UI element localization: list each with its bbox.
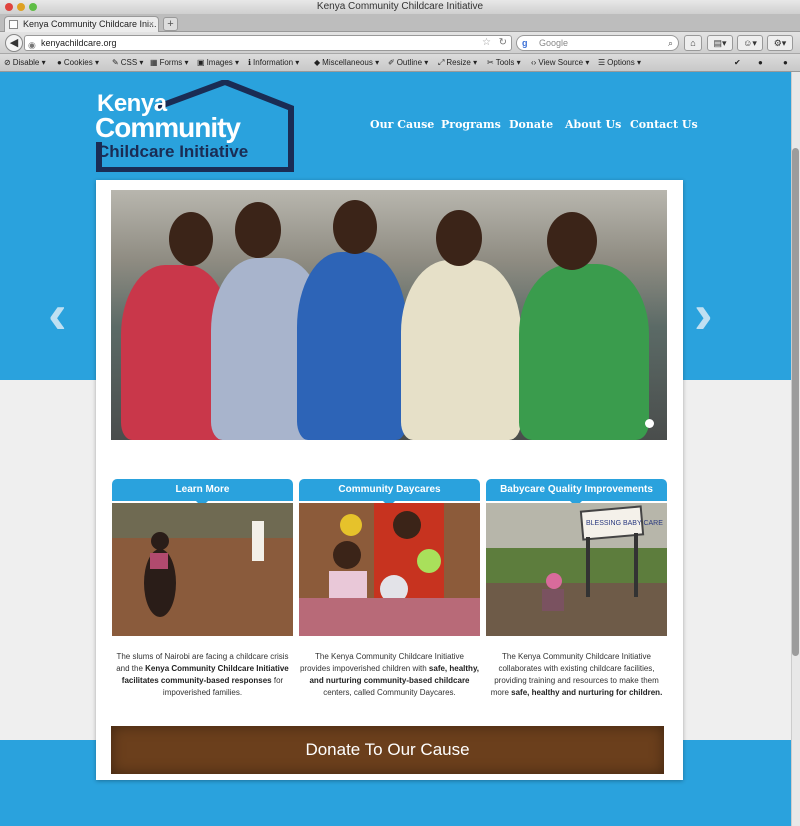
images-icon: ▣ — [197, 58, 205, 67]
feature-box-community-daycares[interactable]: Community Daycares — [299, 479, 480, 636]
hero-slideshow-image[interactable] — [111, 190, 667, 440]
css-icon: ✎ — [112, 58, 119, 67]
site-identity-icon[interactable]: ◉ — [28, 38, 36, 52]
reload-icon[interactable]: ↻ — [499, 36, 507, 50]
information-icon: ℹ — [248, 58, 252, 67]
dev-options-menu[interactable]: ☰ Options ▾ — [598, 54, 641, 71]
minimize-window-icon[interactable] — [17, 3, 25, 11]
web-developer-toolbar: ⊘ Disable ▾ ● Cookies ▾ ✎ CSS ▾ ▦ Forms ▾ ▣ I… — [0, 54, 800, 72]
dev-forms-menu[interactable]: ▦ Forms ▾ — [150, 54, 188, 71]
close-window-icon[interactable] — [5, 3, 13, 11]
feature-box-learn-more[interactable]: Learn More — [112, 479, 293, 636]
navigation-toolbar: ◀ ◉ kenyachildcare.org ☆ ↻ g Google ⌕ ⌂ … — [0, 32, 800, 54]
dev-disable-menu[interactable]: ⊘ Disable ▾ — [4, 54, 46, 71]
page-viewport: Kenya Community Childcare Initiative Our… — [0, 72, 800, 826]
slider-pagination-dot[interactable] — [645, 419, 654, 428]
tab-bar: Kenya Community Childcare Ini... × + — [0, 14, 800, 32]
nav-contact-us[interactable]: Contact Us — [630, 118, 698, 131]
validation-check-icon[interactable]: ✔ — [734, 54, 741, 71]
options-icon: ☰ — [598, 58, 606, 67]
browser-chrome: Kenya Community Childcare Initiative Ken… — [0, 0, 800, 72]
feature-desc-community-daycares: The Kenya Community Childcare Initiative… — [299, 652, 480, 697]
google-icon[interactable]: g — [522, 36, 528, 50]
addon-button[interactable]: ☺▾ — [737, 35, 763, 51]
new-tab-button[interactable]: + — [163, 17, 178, 31]
traffic-lights — [5, 3, 37, 11]
tools-menu-button[interactable]: ⚙▾ — [767, 35, 793, 51]
dev-outline-menu[interactable]: ✐ Outline ▾ — [388, 54, 428, 71]
site-logo[interactable]: Kenya Community Childcare Initiative — [95, 80, 295, 172]
feature-desc-learn-more: The slums of Nairobi are facing a childc… — [116, 652, 289, 697]
window-titlebar: Kenya Community Childcare Initiative — [0, 0, 800, 14]
dev-view-source-menu[interactable]: ‹› View Source ▾ — [531, 54, 589, 71]
nav-donate[interactable]: Donate — [509, 118, 553, 131]
scrollbar-thumb[interactable] — [792, 148, 799, 656]
search-placeholder: Google — [539, 38, 569, 48]
bookmark-star-icon[interactable]: ☆ — [482, 36, 491, 50]
children-walking-photo — [112, 503, 293, 636]
feature-box-title[interactable]: Learn More — [112, 479, 293, 507]
tab-label: Kenya Community Childcare Ini... — [23, 19, 157, 29]
window-title: Kenya Community Childcare Initiative — [316, 1, 484, 12]
zoom-window-icon[interactable] — [29, 3, 37, 11]
dev-images-menu[interactable]: ▣ Images ▾ — [197, 54, 239, 71]
feature-box-babycare-quality[interactable]: Babycare Quality Improvements BLESSING B… — [486, 479, 667, 636]
dev-information-menu[interactable]: ℹ Information ▾ — [248, 54, 299, 71]
sign-text: BLESSING BABY CARE — [586, 520, 663, 527]
search-box[interactable]: g Google ⌕ — [516, 35, 679, 51]
url-text: kenyachildcare.org — [41, 38, 117, 48]
tab-active[interactable]: Kenya Community Childcare Ini... × — [4, 16, 159, 32]
status-dot-icon: ● — [758, 58, 763, 67]
status-dot-icon: ● — [783, 58, 788, 67]
search-icon[interactable]: ⌕ — [668, 36, 673, 50]
close-tab-icon[interactable]: × — [149, 17, 154, 32]
feature-desc-babycare-quality: The Kenya Community Childcare Initiative… — [490, 652, 663, 697]
slider-next-arrow-icon[interactable]: › — [694, 286, 713, 342]
forms-icon: ▦ — [150, 58, 158, 67]
address-bar[interactable]: ◉ kenyachildcare.org ☆ ↻ — [24, 35, 512, 51]
disable-icon: ⊘ — [4, 58, 11, 67]
view-source-icon: ‹› — [531, 58, 537, 67]
slider-prev-arrow-icon[interactable]: ‹ — [48, 286, 67, 342]
daycare-children-photo — [299, 503, 480, 636]
feature-box-title[interactable]: Babycare Quality Improvements — [486, 479, 667, 507]
nav-about-us[interactable]: About Us — [565, 118, 621, 131]
donate-cta-banner[interactable]: Donate To Our Cause — [111, 726, 664, 774]
logo-line-2: Community — [95, 112, 241, 143]
dev-cookies-menu[interactable]: ● Cookies ▾ — [57, 54, 99, 71]
dev-resize-menu[interactable]: ⤢ Resize ▾ — [438, 54, 477, 71]
bookmarks-menu-button[interactable]: ▤▾ — [707, 35, 733, 51]
dev-css-menu[interactable]: ✎ CSS ▾ — [112, 54, 143, 71]
dev-miscellaneous-menu[interactable]: ◆ Miscellaneous ▾ — [314, 54, 379, 71]
feature-box-title[interactable]: Community Daycares — [299, 479, 480, 507]
dev-tools-menu[interactable]: ✂ Tools ▾ — [487, 54, 521, 71]
resize-icon: ⤢ — [438, 58, 445, 67]
cookies-icon: ● — [57, 58, 62, 67]
page-favicon-icon — [9, 20, 18, 29]
back-button[interactable]: ◀ — [5, 34, 23, 52]
miscellaneous-icon: ◆ — [314, 58, 321, 67]
tools-icon: ✂ — [487, 58, 494, 67]
home-button[interactable]: ⌂ — [684, 35, 702, 51]
page-scrollbar[interactable] — [791, 72, 800, 826]
nav-our-cause[interactable]: Our Cause — [370, 118, 434, 131]
babycare-sign-photo: BLESSING BABY CARE — [486, 503, 667, 636]
nav-programs[interactable]: Programs — [441, 118, 501, 131]
logo-line-3: Childcare Initiative — [97, 142, 249, 161]
outline-icon: ✐ — [388, 58, 395, 67]
